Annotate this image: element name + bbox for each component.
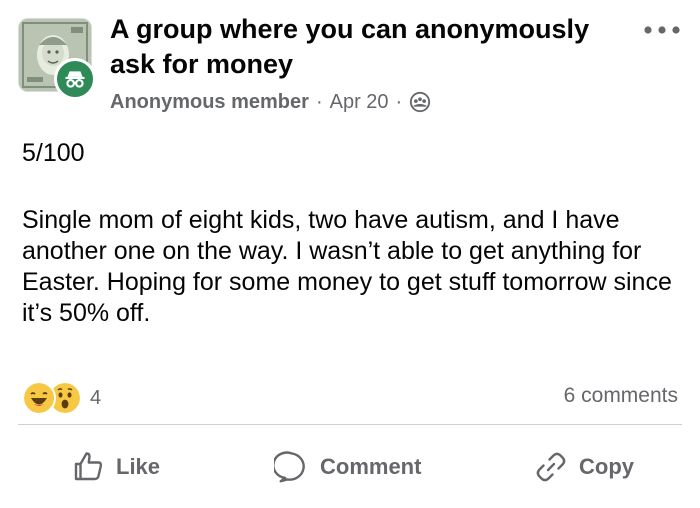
like-button[interactable]: Like xyxy=(70,440,160,494)
reaction-count: 4 xyxy=(90,386,102,409)
post-date[interactable]: Apr 20 xyxy=(330,91,389,114)
haha-reaction-icon xyxy=(22,381,56,415)
post-counter: 5/100 xyxy=(22,139,85,167)
comments-count[interactable]: 6 comments xyxy=(564,384,678,408)
anonymous-badge xyxy=(54,58,96,100)
meta-separator: · xyxy=(315,90,323,113)
group-title[interactable]: A group where you can anonymously ask fo… xyxy=(110,12,630,82)
thumbs-up-icon xyxy=(74,452,103,481)
author-name[interactable]: Anonymous member xyxy=(110,91,309,114)
group-members-icon xyxy=(410,91,431,113)
post-meta: Anonymous member · Apr 20 · xyxy=(110,88,431,116)
comment-button[interactable]: Comment xyxy=(274,440,421,494)
divider xyxy=(18,424,682,425)
incognito-icon xyxy=(65,71,85,88)
reactions-summary[interactable]: 4 xyxy=(22,381,101,415)
post-text: Single mom of eight kids, two have autis… xyxy=(22,206,672,327)
more-horizontal-icon[interactable] xyxy=(642,24,682,36)
link-icon xyxy=(536,452,566,482)
post-card: A group where you can anonymously ask fo… xyxy=(0,0,700,508)
meta-separator: · xyxy=(395,90,403,113)
group-avatar-wrap[interactable] xyxy=(18,18,96,100)
like-label: Like xyxy=(116,454,161,479)
comment-label: Comment xyxy=(320,454,422,479)
copy-label: Copy xyxy=(579,454,634,479)
copy-button[interactable]: Copy xyxy=(533,440,634,494)
action-bar: Like Comment Copy xyxy=(0,440,700,494)
comment-bubble-icon xyxy=(274,451,305,483)
